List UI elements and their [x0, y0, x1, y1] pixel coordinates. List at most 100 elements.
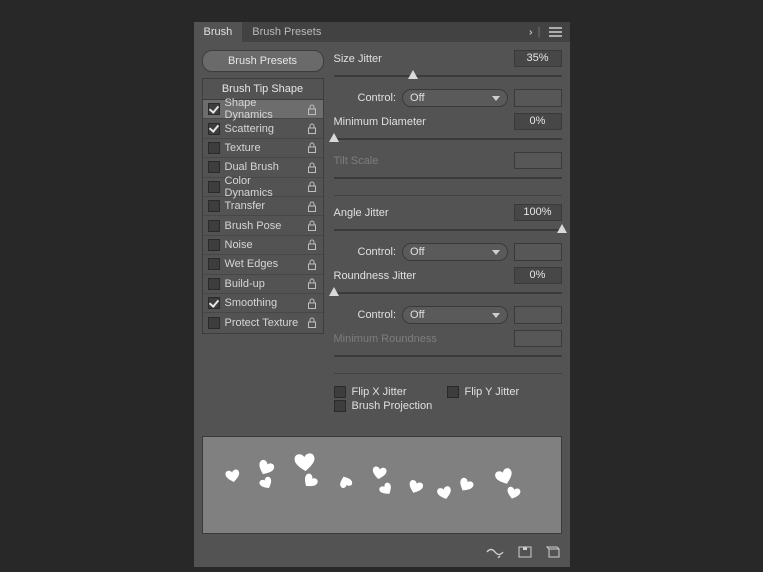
angle-jitter-value[interactable]: 100% [514, 204, 562, 221]
brush-presets-button[interactable]: Brush Presets [202, 50, 324, 72]
heart-icon [334, 471, 354, 491]
option-checkbox[interactable] [208, 258, 220, 270]
option-checkbox[interactable] [208, 103, 220, 115]
shape-dynamics-settings: Size Jitter 35% Control: Off Minimum Dia… [324, 50, 562, 422]
panel-menu-icon[interactable] [549, 27, 562, 37]
flip-y-checkbox[interactable] [447, 386, 459, 398]
heart-icon [502, 485, 523, 505]
create-new-icon[interactable] [546, 546, 560, 561]
heart-icon [452, 475, 476, 499]
option-label: Shape Dynamics [225, 97, 300, 121]
sidebar-item-texture[interactable]: Texture [203, 139, 323, 158]
option-label: Noise [225, 239, 300, 251]
lock-icon[interactable] [305, 181, 319, 192]
option-label: Smoothing [225, 297, 300, 309]
option-checkbox[interactable] [208, 142, 220, 154]
lock-icon[interactable] [305, 259, 319, 270]
size-control-select[interactable]: Off [402, 89, 507, 107]
option-label: Scattering [225, 123, 300, 135]
angle-control-label: Control: [358, 246, 397, 258]
new-preset-icon[interactable] [518, 546, 532, 561]
sidebar-item-transfer[interactable]: Transfer [203, 197, 323, 216]
brush-options-list: Shape Dynamics Scattering Texture Dual Brus… [202, 99, 324, 334]
chevron-down-icon [492, 250, 500, 255]
tilt-scale-label: Tilt Scale [334, 155, 514, 167]
option-checkbox[interactable] [208, 278, 220, 290]
min-roundness-label: Minimum Roundness [334, 333, 514, 345]
sidebar-item-wet-edges[interactable]: Wet Edges [203, 255, 323, 274]
sidebar-item-build-up[interactable]: Build-up [203, 275, 323, 294]
sidebar-item-smoothing[interactable]: Smoothing [203, 294, 323, 313]
option-label: Texture [225, 142, 300, 154]
option-checkbox[interactable] [208, 161, 220, 173]
toggle-preview-icon[interactable] [486, 546, 504, 561]
sidebar-item-brush-pose[interactable]: Brush Pose [203, 216, 323, 235]
option-label: Dual Brush [225, 161, 300, 173]
option-checkbox[interactable] [208, 220, 220, 232]
roundness-control-aux [514, 306, 562, 324]
panel-tabs: Brush Brush Presets ›› | [194, 22, 570, 42]
roundness-jitter-value[interactable]: 0% [514, 267, 562, 284]
tab-brush[interactable]: Brush [194, 22, 243, 42]
tab-brush-presets[interactable]: Brush Presets [242, 22, 331, 42]
option-label: Wet Edges [225, 258, 300, 270]
sidebar-item-color-dynamics[interactable]: Color Dynamics [203, 178, 323, 197]
brush-panel: Brush Brush Presets ›› | Brush Presets B… [194, 22, 570, 567]
min-roundness-slider [334, 349, 562, 363]
brush-projection-label: Brush Projection [352, 400, 433, 412]
roundness-control-select[interactable]: Off [402, 306, 507, 324]
brush-projection-checkbox[interactable] [334, 400, 346, 412]
roundness-jitter-slider[interactable] [334, 286, 562, 300]
option-label: Transfer [225, 200, 300, 212]
flip-x-checkbox[interactable] [334, 386, 346, 398]
option-checkbox[interactable] [208, 297, 220, 309]
angle-control-select[interactable]: Off [402, 243, 507, 261]
lock-icon[interactable] [305, 220, 319, 231]
option-checkbox[interactable] [208, 181, 220, 193]
size-jitter-slider[interactable] [334, 69, 562, 83]
option-checkbox[interactable] [208, 317, 220, 329]
lock-icon[interactable] [305, 239, 319, 250]
tilt-scale-value [514, 152, 562, 169]
option-label: Build-up [225, 278, 300, 290]
panel-footer [194, 542, 570, 567]
brush-tip-shape-button[interactable]: Brush Tip Shape [202, 78, 324, 99]
lock-icon[interactable] [305, 201, 319, 212]
chevron-down-icon [492, 313, 500, 318]
min-roundness-value [514, 330, 562, 347]
brush-preview [202, 436, 562, 534]
option-checkbox[interactable] [208, 123, 220, 135]
tabs-divider: | [538, 26, 541, 38]
lock-icon[interactable] [305, 162, 319, 173]
sidebar-item-shape-dynamics[interactable]: Shape Dynamics [203, 100, 323, 119]
min-diameter-value[interactable]: 0% [514, 113, 562, 130]
lock-icon[interactable] [305, 104, 319, 115]
size-jitter-label: Size Jitter [334, 53, 514, 65]
sidebar-item-protect-texture[interactable]: Protect Texture [203, 313, 323, 332]
roundness-jitter-label: Roundness Jitter [334, 270, 514, 282]
option-checkbox[interactable] [208, 200, 220, 212]
sidebar-item-noise[interactable]: Noise [203, 236, 323, 255]
sidebar-item-scattering[interactable]: Scattering [203, 119, 323, 138]
heart-icon [403, 477, 426, 499]
lock-icon[interactable] [305, 298, 319, 309]
option-label: Protect Texture [225, 317, 300, 329]
chevron-down-icon [492, 96, 500, 101]
lock-icon[interactable] [305, 278, 319, 289]
lock-icon[interactable] [305, 142, 319, 153]
min-diameter-label: Minimum Diameter [334, 116, 514, 128]
lock-icon[interactable] [305, 123, 319, 134]
angle-jitter-label: Angle Jitter [334, 207, 514, 219]
roundness-control-label: Control: [358, 309, 397, 321]
min-diameter-slider[interactable] [334, 132, 562, 146]
option-checkbox[interactable] [208, 239, 220, 251]
option-label: Brush Pose [225, 220, 300, 232]
option-label: Color Dynamics [225, 175, 300, 199]
angle-jitter-slider[interactable] [334, 223, 562, 237]
brush-sidebar: Brush Presets Brush Tip Shape Shape Dyna… [202, 50, 324, 422]
size-jitter-value[interactable]: 35% [514, 50, 562, 67]
lock-icon[interactable] [305, 317, 319, 328]
heart-icon [222, 468, 243, 488]
size-control-label: Control: [358, 92, 397, 104]
collapse-icon[interactable]: ›› [529, 27, 530, 38]
